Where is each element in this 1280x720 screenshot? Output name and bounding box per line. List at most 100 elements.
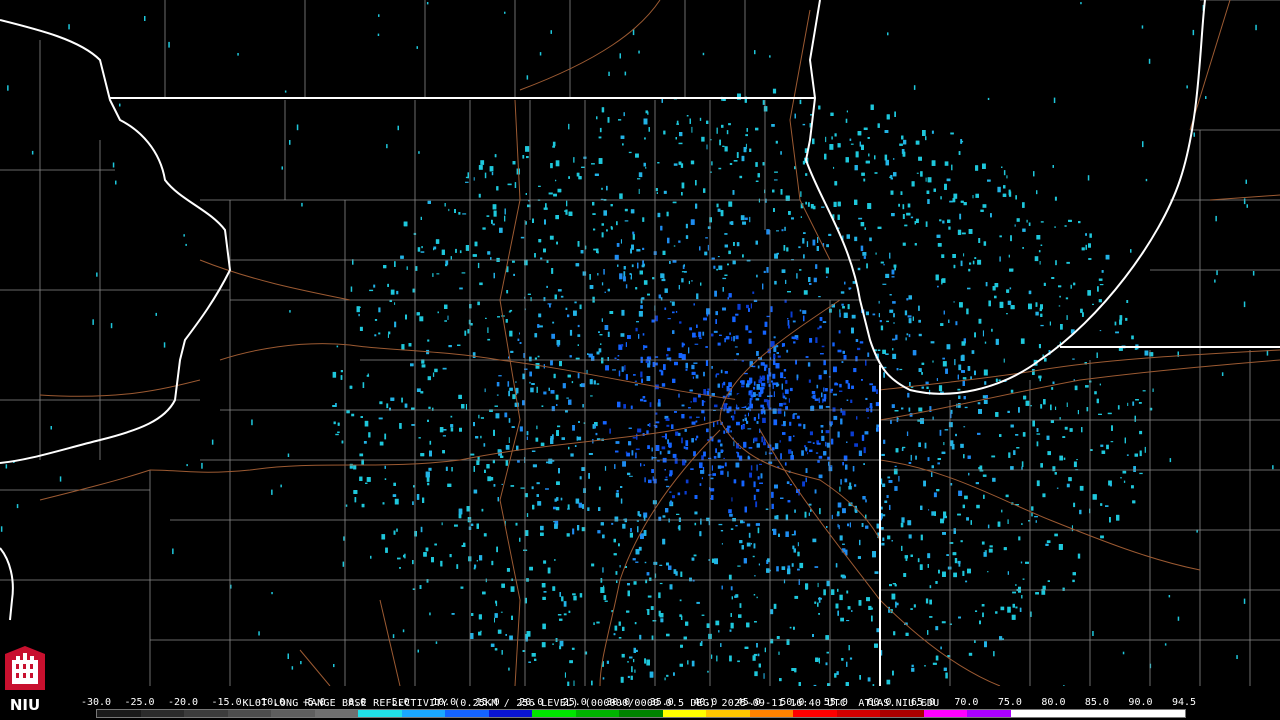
echo-pixel xyxy=(797,551,800,557)
echo-pixel xyxy=(644,345,648,348)
echo-pixel xyxy=(491,219,493,224)
echo-pixel xyxy=(647,111,649,115)
echo-pixel xyxy=(746,523,751,527)
echo-pixel xyxy=(642,333,645,336)
echo-pixel xyxy=(699,531,702,537)
echo-pixel xyxy=(384,465,386,469)
echo-pixel xyxy=(1059,455,1063,461)
colorbar-segment xyxy=(271,710,315,717)
echo-pixel xyxy=(543,391,547,395)
echo-pixel xyxy=(796,415,800,419)
echo-pixel xyxy=(637,526,639,533)
echo-pixel xyxy=(679,132,683,137)
echo-pixel xyxy=(874,155,876,160)
colorbar-tick-label: 15.0 xyxy=(475,697,500,708)
echo-pixel xyxy=(399,567,401,569)
echo-pixel xyxy=(846,441,848,443)
echo-pixel xyxy=(788,436,792,442)
echo-pixel xyxy=(870,607,873,610)
echo-pixel xyxy=(939,219,942,222)
echo-pixel xyxy=(852,466,855,472)
echo-pixel xyxy=(369,289,374,292)
echo-pixel xyxy=(429,450,432,457)
echo-pixel xyxy=(742,221,746,225)
echo-pixel xyxy=(598,486,601,491)
echo-pixel xyxy=(622,626,625,631)
echo-pixel xyxy=(652,277,655,280)
echo-pixel xyxy=(783,369,787,372)
echo-pixel xyxy=(943,514,945,521)
echo-pixel xyxy=(699,464,702,467)
echo-pixel xyxy=(724,371,728,374)
echo-pixel xyxy=(594,424,596,429)
echo-pixel xyxy=(1236,655,1238,659)
echo-pixel xyxy=(661,278,666,282)
colorbar-tick-label: 35.0 xyxy=(649,697,674,708)
echo-pixel xyxy=(1016,218,1020,222)
echo-pixel xyxy=(892,338,896,341)
echo-pixel xyxy=(1040,221,1044,223)
echo-pixel xyxy=(847,304,850,310)
echo-pixel xyxy=(529,381,531,384)
echo-pixel xyxy=(688,347,690,354)
echo-pixel xyxy=(731,497,733,502)
echo-pixel xyxy=(1002,193,1007,197)
echo-pixel xyxy=(532,504,535,510)
echo-pixel xyxy=(758,663,761,668)
echo-pixel xyxy=(773,208,775,212)
colorbar-tick-label: -25.0 xyxy=(124,697,155,708)
echo-pixel xyxy=(563,601,567,607)
echo-pixel xyxy=(701,614,705,616)
echo-pixel xyxy=(510,586,515,592)
echo-pixel xyxy=(764,410,766,415)
echo-pixel xyxy=(854,165,858,171)
echo-pixel xyxy=(851,385,854,389)
echo-pixel xyxy=(728,201,733,207)
echo-pixel xyxy=(396,290,399,295)
echo-pixel xyxy=(805,449,808,452)
echo-pixel xyxy=(494,617,495,623)
colorbar-tick-label: 94.5 xyxy=(1171,697,1197,708)
echo-pixel xyxy=(691,126,693,133)
echo-pixel xyxy=(1016,447,1020,449)
echo-pixel xyxy=(337,422,340,426)
echo-pixel xyxy=(850,143,854,145)
echo-pixel xyxy=(711,465,713,471)
echo-pixel xyxy=(377,33,380,36)
echo-pixel xyxy=(711,654,713,659)
echo-pixel xyxy=(729,163,733,165)
echo-pixel xyxy=(808,277,811,282)
echo-pixel xyxy=(546,260,549,263)
echo-pixel xyxy=(934,511,936,516)
echo-pixel xyxy=(642,396,646,399)
colorbar-segment xyxy=(923,710,968,717)
echo-pixel xyxy=(803,424,806,429)
echo-pixel xyxy=(454,524,458,527)
echo-pixel xyxy=(981,604,985,607)
echo-pixel xyxy=(629,656,633,659)
colorbar-segment xyxy=(227,710,272,717)
echo-pixel xyxy=(942,532,946,535)
echo-pixel xyxy=(787,320,790,326)
echo-pixel xyxy=(867,203,872,209)
echo-pixel xyxy=(685,447,689,450)
echo-pixel xyxy=(1099,383,1101,386)
echo-pixel xyxy=(696,416,700,418)
echo-pixel xyxy=(823,589,826,596)
echo-pixel xyxy=(781,269,786,273)
echo-pixel xyxy=(760,387,764,393)
echo-pixel xyxy=(862,496,866,500)
echo-pixel xyxy=(494,405,498,407)
echo-pixel xyxy=(849,482,852,487)
echo-pixel xyxy=(484,388,486,393)
echo-pixel xyxy=(825,267,829,274)
echo-pixel xyxy=(1144,446,1146,453)
echo-pixel xyxy=(573,157,575,163)
echo-pixel xyxy=(681,192,683,196)
echo-pixel xyxy=(1015,584,1017,586)
echo-pixel xyxy=(982,204,987,208)
echo-pixel xyxy=(540,442,545,446)
echo-pixel xyxy=(687,660,689,665)
echo-pixel xyxy=(699,337,702,339)
echo-pixel xyxy=(774,253,778,259)
